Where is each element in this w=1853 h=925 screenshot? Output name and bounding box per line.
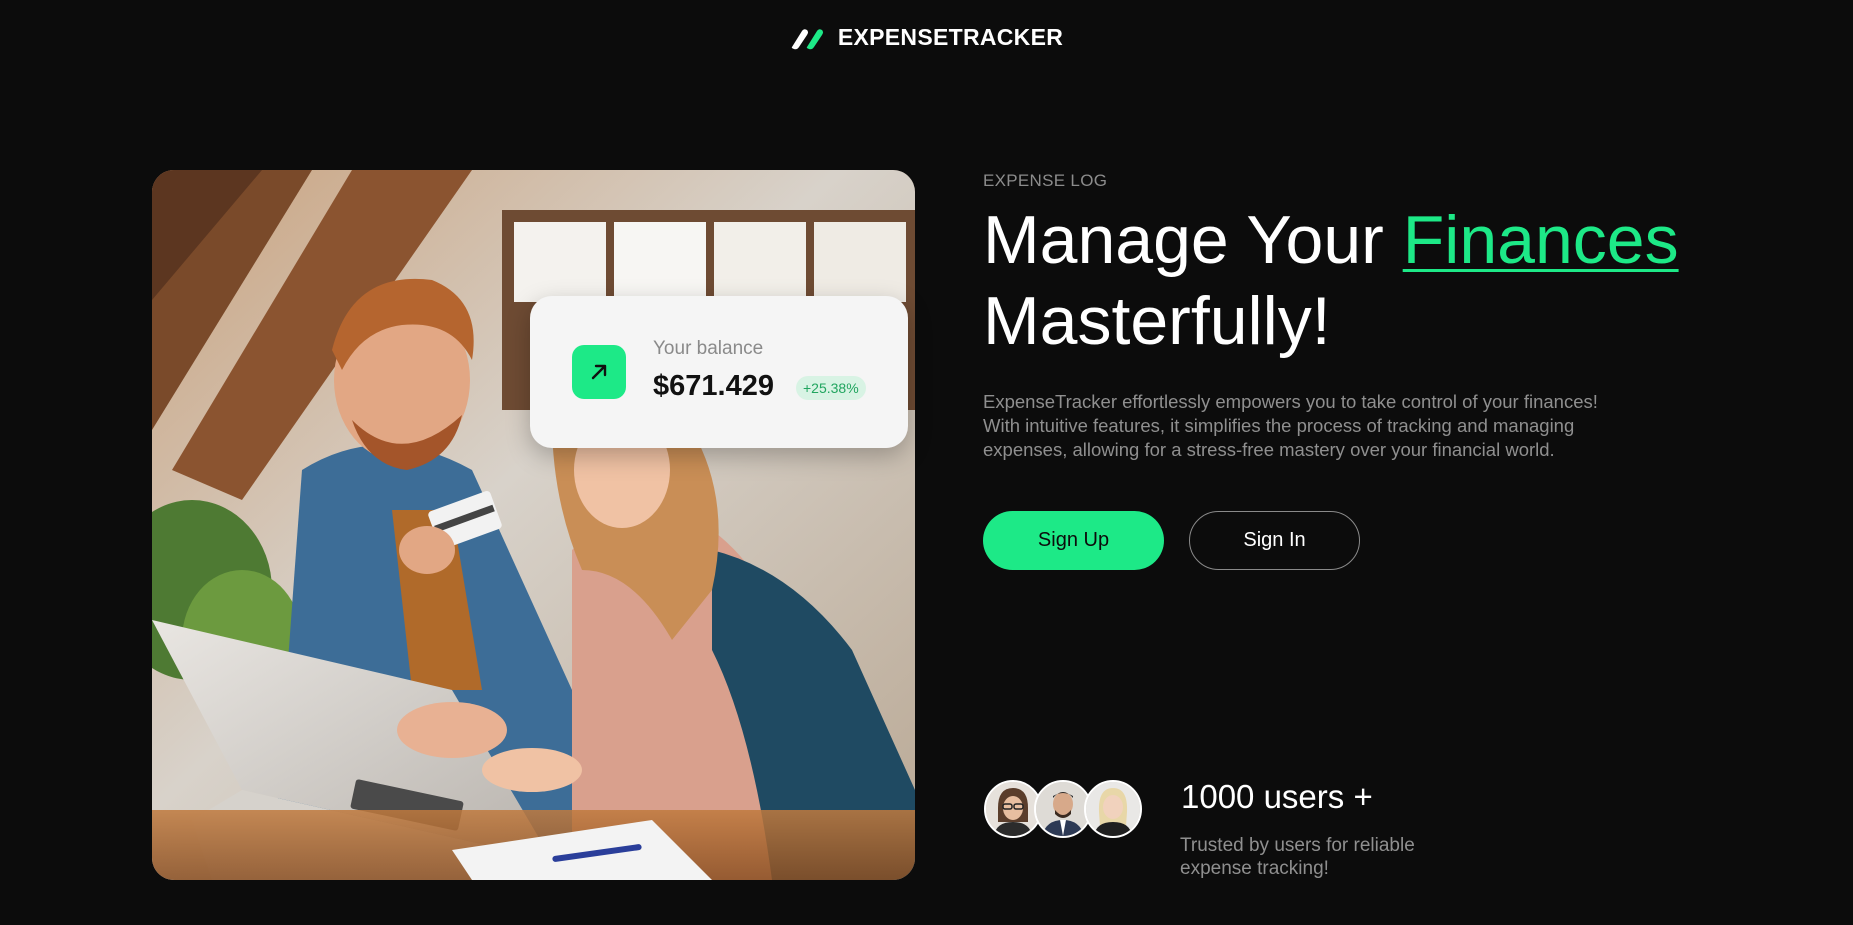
balance-label: Your balance [653, 338, 764, 359]
users-count: 1000 users + [1181, 778, 1373, 815]
brand-logo[interactable]: EXPENSETRACKER [0, 24, 1853, 51]
hero-photo [152, 170, 915, 880]
sign-in-button[interactable]: Sign In [1189, 511, 1360, 570]
hero-description: ExpenseTracker effortlessly empowers you… [983, 391, 1598, 460]
section-eyebrow: EXPENSE LOG [983, 171, 1108, 190]
balance-amount: $671.429 [653, 370, 774, 402]
arrow-up-right-icon [572, 345, 626, 399]
user-avatars [984, 780, 1144, 838]
headline-part-2: Masterfully! [983, 283, 1331, 359]
balance-change-badge: +25.38% [796, 376, 866, 400]
stripes-logo-icon [791, 28, 823, 49]
brand-name: EXPENSETRACKER [837, 24, 1064, 50]
balance-card: Your balance $671.429 +25.38% [530, 296, 908, 448]
sign-up-button[interactable]: Sign Up [983, 511, 1164, 570]
users-trust-note: Trusted by users for reliable expense tr… [1180, 835, 1415, 879]
couple-laptop-illustration [152, 170, 915, 880]
landing-page: EXPENSETRACKER Your balance $671.429 +25… [0, 0, 1853, 925]
page-title: Manage Your Finances Masterfully! [983, 200, 1803, 362]
headline-part-1: Manage Your [983, 202, 1403, 278]
headline-accent: Finances [1402, 202, 1679, 278]
avatar [1084, 780, 1142, 838]
